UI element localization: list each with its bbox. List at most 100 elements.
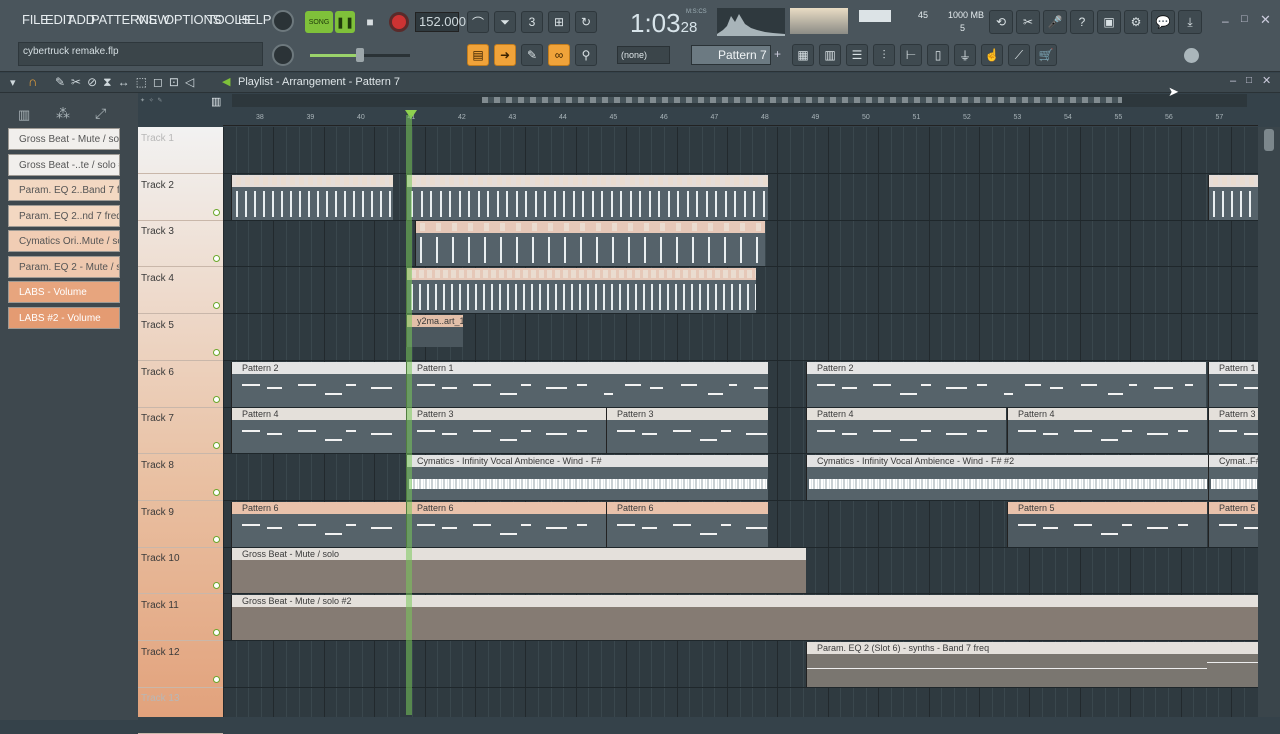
microphone-icon[interactable]: 🎤 bbox=[1043, 10, 1067, 34]
clip-button[interactable]: Gross Beat - Mute / solo bbox=[8, 128, 120, 150]
plugin-icon[interactable]: ⚙ bbox=[1124, 10, 1148, 34]
channel-rack-icon[interactable]: ▥ bbox=[819, 44, 841, 66]
wave-icon[interactable]: ⁂ bbox=[56, 105, 70, 122]
playlist-clip[interactable]: Pattern 2 bbox=[231, 361, 406, 407]
pattern-selector[interactable]: Pattern 7 bbox=[691, 45, 771, 65]
track-header[interactable]: Track 9 bbox=[138, 501, 223, 548]
undo-icon[interactable]: ⟲ bbox=[989, 10, 1013, 34]
minimize-icon[interactable]: – bbox=[1222, 14, 1229, 28]
clip-button[interactable]: LABS - Volume bbox=[8, 281, 120, 303]
track-header[interactable]: Track 12 bbox=[138, 641, 223, 688]
playlist-clip[interactable]: Param. EQ 2 (Slot 6) - synths - Band 7 f… bbox=[806, 641, 1258, 687]
playlist-clip[interactable] bbox=[231, 174, 393, 220]
help-icon[interactable]: ? bbox=[1070, 10, 1094, 34]
touch-icon[interactable]: ☝ bbox=[981, 44, 1003, 66]
plugin-database-icon[interactable]: ⏚ bbox=[954, 44, 976, 66]
automation-icon[interactable]: ⤢ bbox=[95, 105, 106, 122]
playlist-clip[interactable]: y2ma..art_1 bbox=[406, 314, 463, 347]
magnet-icon[interactable]: ∩ bbox=[28, 74, 37, 89]
playlist-clip[interactable]: Pattern 3 bbox=[1208, 408, 1258, 454]
clip-button[interactable]: Cymatics Ori..Mute / solo bbox=[8, 230, 120, 252]
playlist-grid[interactable]: y2ma..art_1 Pattern 2 Pattern 1 Pattern 2 Pa… bbox=[223, 127, 1258, 717]
track-mute-toggle[interactable] bbox=[213, 675, 220, 683]
record-button[interactable] bbox=[389, 12, 409, 32]
playlist-tools[interactable]: ✎✂⊘⧗↔⬚◻⊡◁ bbox=[55, 75, 200, 90]
playlist-clip[interactable]: Pattern 1 bbox=[406, 361, 768, 407]
playlist-clip[interactable]: Pattern 6 bbox=[606, 501, 768, 547]
track-mute-toggle[interactable] bbox=[213, 488, 220, 496]
vertical-scrollbar[interactable] bbox=[1258, 127, 1280, 717]
playlist-clip[interactable]: Cymatics - Infinity Vocal Ambience - Win… bbox=[806, 454, 1208, 500]
track-header[interactable]: Track 6 bbox=[138, 361, 223, 408]
playlist-clip[interactable]: Pattern 1 bbox=[1208, 361, 1258, 407]
track-header[interactable]: Track 8 bbox=[138, 454, 223, 501]
playlist-maximize-icon[interactable]: □ bbox=[1246, 75, 1252, 86]
tools-icon[interactable]: ✂ bbox=[1016, 10, 1040, 34]
track-mute-toggle[interactable] bbox=[213, 535, 220, 543]
clip-button[interactable]: Param. EQ 2..Band 7 freq bbox=[8, 179, 120, 201]
track-mute-toggle[interactable] bbox=[213, 442, 220, 450]
countdown-icon[interactable]: 3 bbox=[521, 11, 543, 33]
save-icon[interactable]: ▣ bbox=[1097, 10, 1121, 34]
track-mute-toggle[interactable] bbox=[213, 629, 220, 636]
cart-icon[interactable]: 🛒 bbox=[1035, 44, 1057, 66]
track-mute-toggle[interactable] bbox=[213, 582, 220, 590]
playlist-clip[interactable]: Pattern 3 bbox=[606, 408, 768, 454]
track-header[interactable]: Track 4 bbox=[138, 267, 223, 315]
link-icon[interactable]: ∞ bbox=[548, 44, 570, 66]
playlist-clip[interactable]: Cymatics - Infinity Vocal Ambience - Win… bbox=[406, 454, 768, 500]
track-header[interactable]: Track 13 bbox=[138, 687, 223, 734]
playlist-close-icon[interactable]: ✕ bbox=[1262, 74, 1271, 87]
slider-handle[interactable] bbox=[356, 48, 364, 62]
track-header[interactable]: Track 10 bbox=[138, 547, 223, 595]
playlist-clip[interactable]: Gross Beat - Mute / solo bbox=[231, 548, 806, 594]
maximize-icon[interactable]: □ bbox=[1241, 13, 1248, 25]
playlist-clip[interactable]: Pattern 4 bbox=[231, 408, 406, 454]
track-header[interactable]: Track 7 bbox=[138, 407, 223, 455]
track-mute-toggle[interactable] bbox=[213, 302, 220, 310]
wait-input-icon[interactable]: ⏷ bbox=[494, 11, 516, 33]
chat-icon[interactable]: 💬 bbox=[1151, 10, 1175, 34]
browser-icon[interactable]: ⊢ bbox=[900, 44, 922, 66]
draw-icon[interactable]: ✎ bbox=[521, 44, 543, 66]
playlist-clip[interactable] bbox=[415, 221, 765, 267]
add-pattern-icon[interactable]: + bbox=[774, 47, 781, 61]
tempo-display[interactable]: 152.000 bbox=[415, 12, 466, 32]
playlist-clip[interactable]: Pattern 3 bbox=[406, 408, 606, 454]
playlist-clip[interactable]: Cymat..F# bbox=[1208, 454, 1258, 500]
globe-icon[interactable] bbox=[1184, 48, 1199, 63]
stamp-icon[interactable]: ⚲ bbox=[575, 44, 597, 66]
master-volume-knob[interactable] bbox=[272, 10, 294, 32]
playlist-clip[interactable]: Pattern 5 bbox=[1007, 501, 1207, 547]
playlist-icon[interactable]: ▤ bbox=[467, 44, 489, 66]
piano-icon[interactable]: ▥ bbox=[18, 107, 30, 123]
track-header[interactable]: Track 3 bbox=[138, 220, 223, 268]
track-header[interactable]: Track 11 bbox=[138, 594, 223, 641]
track-mute-toggle[interactable] bbox=[213, 208, 220, 216]
snap-select[interactable]: (none) bbox=[617, 46, 670, 64]
track-header[interactable]: Track 2 bbox=[138, 174, 223, 221]
track-mute-toggle[interactable] bbox=[213, 395, 220, 403]
playlist-clip[interactable]: Pattern 5 bbox=[1208, 501, 1258, 547]
playlist-minimize-icon[interactable]: – bbox=[1230, 75, 1236, 87]
playlist-clip[interactable]: Pattern 6 bbox=[231, 501, 406, 547]
playlist-clip[interactable]: Pattern 4 bbox=[1007, 408, 1207, 454]
stop-button[interactable]: ■ bbox=[360, 11, 380, 33]
playlist-clip[interactable]: Pattern 6 bbox=[406, 501, 606, 547]
playlist-window-icon[interactable]: ▦ bbox=[792, 44, 814, 66]
arrow-icon[interactable]: ➜ bbox=[494, 44, 516, 66]
step-edit-icon[interactable]: ⊞ bbox=[548, 11, 570, 33]
clip-button[interactable]: Gross Beat -..te / solo #2 bbox=[8, 153, 120, 176]
playlist-clip[interactable]: Gross Beat - Mute / solo #2 bbox=[231, 595, 1258, 640]
track-mute-toggle[interactable] bbox=[213, 255, 220, 263]
song-mode-toggle[interactable]: SONG bbox=[305, 11, 333, 33]
pattern-icon[interactable]: ▥ bbox=[211, 95, 221, 108]
loop-record-icon[interactable]: ↻ bbox=[575, 11, 597, 33]
track-header[interactable]: Track 5 bbox=[138, 314, 223, 361]
menu-help[interactable]: HELP bbox=[238, 12, 271, 27]
track-header[interactable]: Track 1 bbox=[138, 127, 223, 174]
playlist-clip[interactable] bbox=[406, 174, 768, 220]
play-pattern-icon[interactable]: ◀ bbox=[222, 75, 230, 88]
clip-button[interactable]: Param. EQ 2..nd 7 freq #2 bbox=[8, 204, 120, 227]
mixer-icon[interactable]: ⫶ bbox=[873, 44, 895, 66]
